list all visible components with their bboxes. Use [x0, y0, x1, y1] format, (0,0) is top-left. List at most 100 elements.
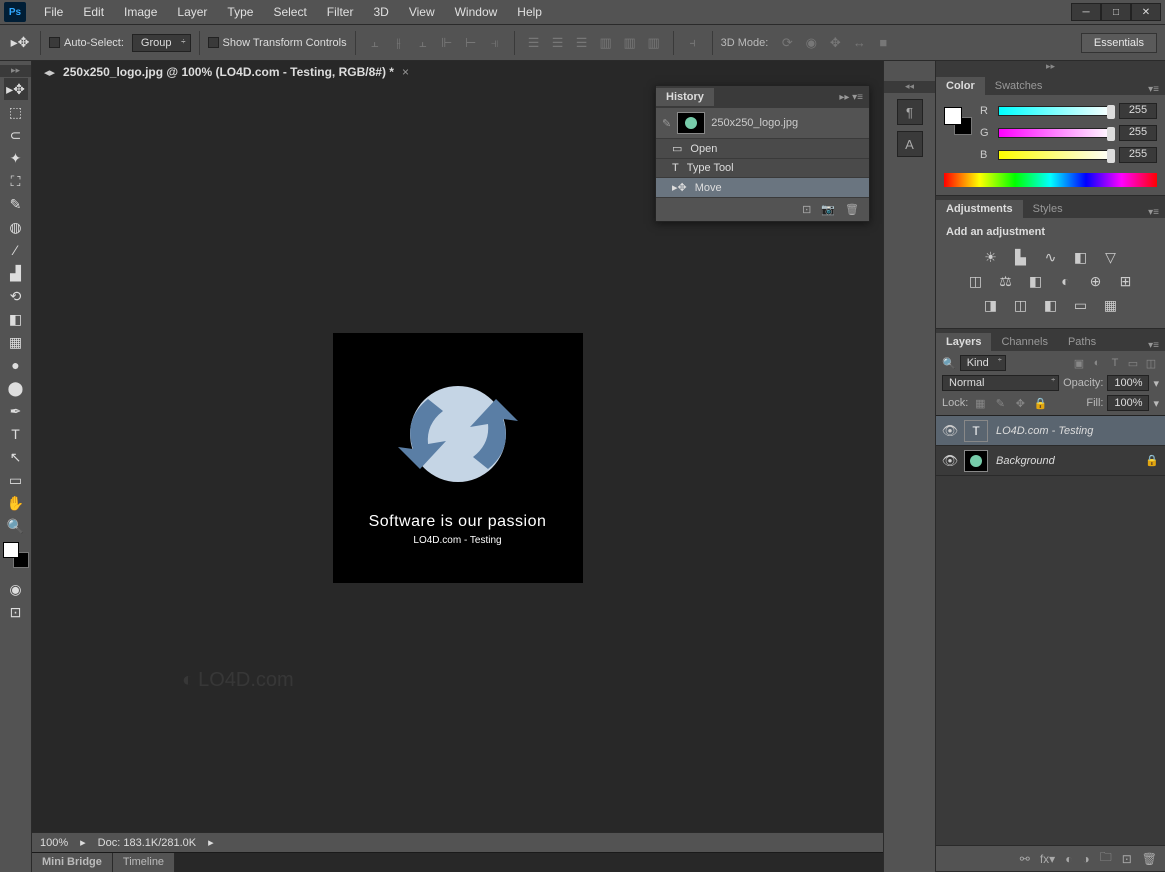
- menu-filter[interactable]: Filter: [317, 1, 364, 23]
- 3d-scale-icon[interactable]: ■: [872, 32, 894, 54]
- tab-paths[interactable]: Paths: [1058, 333, 1106, 351]
- stamp-tool[interactable]: ▟: [4, 262, 28, 284]
- panel-menu-icon[interactable]: ▾≡: [1148, 340, 1159, 351]
- minimize-button[interactable]: ─: [1071, 3, 1101, 21]
- distribute-right-icon[interactable]: ▥: [643, 32, 665, 54]
- zoom-level[interactable]: 100%: [40, 837, 68, 849]
- visibility-icon[interactable]: 👁: [936, 453, 964, 469]
- tab-history[interactable]: History: [656, 88, 714, 106]
- fx-icon[interactable]: fx▾: [1040, 852, 1055, 866]
- foreground-color[interactable]: [3, 542, 19, 558]
- lookup-icon[interactable]: ⊞: [1116, 272, 1136, 290]
- eraser-tool[interactable]: ◧: [4, 308, 28, 330]
- layer-name[interactable]: LO4D.com - Testing: [996, 425, 1165, 437]
- tab-layers[interactable]: Layers: [936, 333, 991, 351]
- tab-swatches[interactable]: Swatches: [985, 77, 1053, 95]
- lock-all-icon[interactable]: 🔒: [1032, 395, 1048, 411]
- g-value[interactable]: 255: [1119, 125, 1157, 141]
- color-fg-swatch[interactable]: [944, 107, 962, 125]
- new-layer-icon[interactable]: ⊡: [1122, 852, 1132, 866]
- panel-menu-icon[interactable]: ▾≡: [1148, 207, 1159, 218]
- panel-menu-icon[interactable]: ▾≡: [1148, 84, 1159, 95]
- distribute-left-icon[interactable]: ▥: [595, 32, 617, 54]
- auto-select-checkbox[interactable]: Auto-Select:: [49, 37, 124, 49]
- b-value[interactable]: 255: [1119, 147, 1157, 163]
- filter-adjust-icon[interactable]: ◐: [1089, 355, 1105, 371]
- align-top-icon[interactable]: ⫠: [364, 32, 386, 54]
- eyedropper-tool[interactable]: ✎: [4, 193, 28, 215]
- foreground-background-colors[interactable]: [3, 542, 29, 568]
- menu-window[interactable]: Window: [445, 1, 508, 23]
- brightness-icon[interactable]: ☀: [981, 248, 1001, 266]
- tab-color[interactable]: Color: [936, 77, 985, 95]
- quickmask-tool[interactable]: ◉: [4, 578, 28, 600]
- photo-filter-icon[interactable]: ◐: [1056, 272, 1076, 290]
- adjustment-layer-icon[interactable]: ◑: [1082, 852, 1089, 866]
- history-item[interactable]: ▸✥ Move: [656, 177, 869, 197]
- dock-character-icon[interactable]: A: [897, 131, 923, 157]
- distribute-bottom-icon[interactable]: ☰: [571, 32, 593, 54]
- menu-view[interactable]: View: [399, 1, 445, 23]
- gradient-tool[interactable]: ▦: [4, 331, 28, 353]
- brush-tool[interactable]: ⁄: [4, 239, 28, 261]
- spectrum-bar[interactable]: [944, 173, 1157, 187]
- trash-icon[interactable]: 🗑: [1142, 852, 1157, 866]
- tab-mini-bridge[interactable]: Mini Bridge: [32, 853, 113, 872]
- 3d-pan-icon[interactable]: ✥: [824, 32, 846, 54]
- move-tool[interactable]: ▸✥: [4, 78, 28, 100]
- lock-position-icon[interactable]: ✥: [1012, 395, 1028, 411]
- hue-icon[interactable]: ◫: [966, 272, 986, 290]
- trash-icon[interactable]: 🗑: [845, 203, 859, 216]
- filter-pixel-icon[interactable]: ▣: [1071, 355, 1087, 371]
- 3d-roll-icon[interactable]: ◉: [800, 32, 822, 54]
- heal-tool[interactable]: ◍: [4, 216, 28, 238]
- history-item[interactable]: T Type Tool: [656, 158, 869, 177]
- filter-smart-icon[interactable]: ◫: [1143, 355, 1159, 371]
- menu-help[interactable]: Help: [507, 1, 552, 23]
- menu-image[interactable]: Image: [114, 1, 167, 23]
- menu-select[interactable]: Select: [263, 1, 316, 23]
- 3d-rotate-icon[interactable]: ⟳: [776, 32, 798, 54]
- tab-close-icon[interactable]: ×: [402, 65, 409, 79]
- opacity-input[interactable]: 100%: [1107, 375, 1149, 391]
- fill-input[interactable]: 100%: [1107, 395, 1149, 411]
- filter-kind[interactable]: Kind: [960, 355, 1006, 371]
- threshold-icon[interactable]: ◧: [1041, 296, 1061, 314]
- new-document-icon[interactable]: ⊡: [802, 203, 811, 216]
- visibility-icon[interactable]: 👁: [936, 423, 964, 439]
- gradient-map-icon[interactable]: ▭: [1071, 296, 1091, 314]
- align-bottom-icon[interactable]: ⫠: [412, 32, 434, 54]
- group-icon[interactable]: 🗀: [1100, 848, 1112, 869]
- tab-timeline[interactable]: Timeline: [113, 853, 175, 872]
- align-left-icon[interactable]: ⊩: [436, 32, 458, 54]
- b-slider[interactable]: [998, 150, 1113, 160]
- invert-icon[interactable]: ◨: [981, 296, 1001, 314]
- filter-type-icon[interactable]: T: [1107, 355, 1123, 371]
- balance-icon[interactable]: ⚖: [996, 272, 1016, 290]
- g-slider[interactable]: [998, 128, 1113, 138]
- tab-adjustments[interactable]: Adjustments: [936, 200, 1023, 218]
- align-hcenter-icon[interactable]: ⊢: [460, 32, 482, 54]
- history-snapshot[interactable]: ✎ 250x250_logo.jpg: [656, 108, 869, 138]
- wand-tool[interactable]: ✦: [4, 147, 28, 169]
- posterize-icon[interactable]: ◫: [1011, 296, 1031, 314]
- dock-paragraph-icon[interactable]: ¶: [897, 99, 923, 125]
- history-brush-tool[interactable]: ⟲: [4, 285, 28, 307]
- shape-tool[interactable]: ▭: [4, 469, 28, 491]
- zoom-tool[interactable]: 🔍: [4, 515, 28, 537]
- align-vcenter-icon[interactable]: ⫲: [388, 32, 410, 54]
- auto-align-icon[interactable]: ⫞: [682, 32, 704, 54]
- tab-channels[interactable]: Channels: [991, 333, 1057, 351]
- menu-3d[interactable]: 3D: [363, 1, 398, 23]
- filter-shape-icon[interactable]: ▭: [1125, 355, 1141, 371]
- snapshot-icon[interactable]: 📷: [821, 203, 835, 216]
- exposure-icon[interactable]: ◧: [1071, 248, 1091, 266]
- mask-icon[interactable]: ◐: [1065, 852, 1072, 866]
- tab-styles[interactable]: Styles: [1023, 200, 1073, 218]
- show-transform-checkbox[interactable]: Show Transform Controls: [208, 37, 347, 49]
- bw-icon[interactable]: ◧: [1026, 272, 1046, 290]
- layer-row[interactable]: 👁 Background 🔒: [936, 446, 1165, 476]
- r-slider[interactable]: [998, 106, 1113, 116]
- menu-edit[interactable]: Edit: [73, 1, 114, 23]
- type-tool[interactable]: T: [4, 423, 28, 445]
